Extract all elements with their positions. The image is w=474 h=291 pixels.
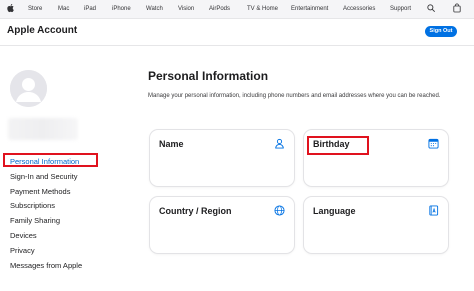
- nav-store[interactable]: Store: [28, 4, 42, 14]
- account-header: Apple Account Sign Out: [0, 19, 474, 46]
- language-card[interactable]: Language: [304, 197, 448, 253]
- default-avatar-icon: [10, 70, 47, 107]
- nav-iphone[interactable]: iPhone: [112, 4, 131, 14]
- sidebar-item-messages-from-apple[interactable]: Messages from Apple: [10, 259, 110, 274]
- avatar[interactable]: [10, 70, 47, 107]
- country-region-card-label: Country / Region: [159, 206, 232, 216]
- sign-out-button[interactable]: Sign Out: [425, 26, 457, 37]
- nav-ipad[interactable]: iPad: [84, 4, 96, 14]
- nav-tv-home[interactable]: TV & Home: [247, 4, 278, 14]
- birthday-annotation-box: [307, 136, 369, 155]
- nav-vision[interactable]: Vision: [178, 4, 194, 14]
- globe-icon: [274, 205, 285, 216]
- sidebar-nav: Personal Information Sign-In and Securit…: [10, 155, 110, 273]
- name-card[interactable]: Name: [150, 130, 294, 186]
- global-nav: Store Mac iPad iPhone Watch Vision AirPo…: [0, 0, 474, 19]
- nav-accessories[interactable]: Accessories: [343, 4, 375, 14]
- shopping-bag-icon[interactable]: [453, 3, 461, 13]
- account-title[interactable]: Apple Account: [7, 25, 77, 37]
- search-icon[interactable]: [427, 4, 435, 12]
- nav-airpods[interactable]: AirPods: [209, 4, 230, 14]
- sidebar-item-subscriptions[interactable]: Subscriptions: [10, 199, 110, 214]
- name-card-label: Name: [159, 139, 184, 149]
- page-description: Manage your personal information, includ…: [148, 93, 441, 99]
- nav-support[interactable]: Support: [390, 4, 411, 14]
- sidebar-item-privacy[interactable]: Privacy: [10, 244, 110, 259]
- calendar-icon: [428, 138, 439, 149]
- page-title: Personal Information: [148, 69, 269, 83]
- language-book-icon: [429, 205, 439, 216]
- language-card-label: Language: [313, 206, 356, 216]
- country-region-card[interactable]: Country / Region: [150, 197, 294, 253]
- blurred-account-name: [8, 118, 78, 140]
- apple-logo-icon[interactable]: [7, 3, 15, 13]
- sidebar-item-sign-in-security[interactable]: Sign-In and Security: [10, 170, 110, 185]
- nav-watch[interactable]: Watch: [146, 4, 163, 14]
- nav-entertainment[interactable]: Entertainment: [291, 4, 328, 14]
- nav-mac[interactable]: Mac: [58, 4, 69, 14]
- sidebar-annotation-box: [3, 153, 98, 167]
- person-icon: [275, 138, 284, 149]
- sidebar-item-payment-methods[interactable]: Payment Methods: [10, 185, 110, 200]
- sidebar-item-devices[interactable]: Devices: [10, 229, 110, 244]
- sidebar-item-family-sharing[interactable]: Family Sharing: [10, 214, 110, 229]
